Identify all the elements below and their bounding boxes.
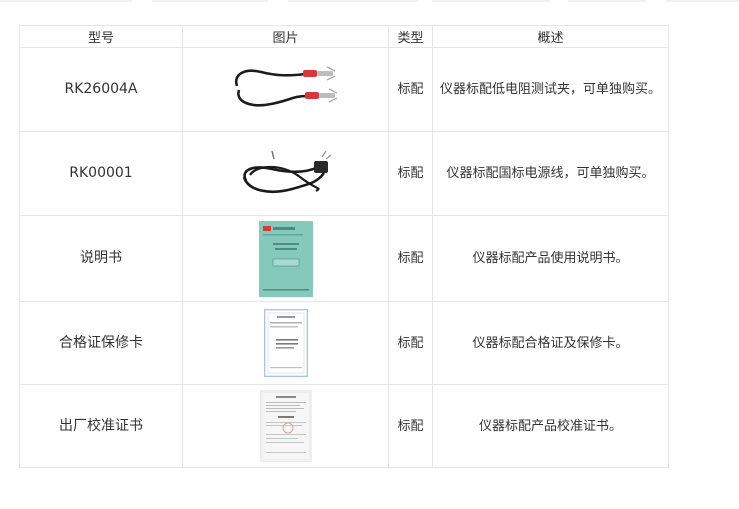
header-model: 型号: [19, 25, 183, 48]
model-cell: RK26004A: [19, 47, 183, 132]
header-description: 概述: [432, 25, 669, 48]
image-cell: [182, 47, 389, 132]
model-cell: RK00001: [19, 131, 183, 216]
calibration-certificate-icon: [259, 390, 312, 462]
header-image: 图片: [182, 25, 389, 48]
model-cell: 合格证保修卡: [19, 301, 183, 385]
type-cell: 标配: [388, 301, 433, 385]
header-type: 类型: [388, 25, 433, 48]
warranty-card-icon: [263, 309, 308, 377]
image-cell: [182, 301, 389, 385]
type-cell: 标配: [388, 131, 433, 216]
accessories-table: 型号 图片 类型 概述 RK26004A 标配 仪器标配低电阻测试夹，可单独购买…: [19, 25, 669, 468]
table-row: 出厂校准证书 标配 仪器标配产品校准证书。: [19, 384, 669, 468]
test-lead-clips-icon: [234, 65, 337, 106]
image-cell: [182, 215, 389, 302]
table-row: 合格证保修卡 标配 仪器标配合格证及保修卡。: [19, 301, 669, 385]
description-cell: 仪器标配产品校准证书。: [432, 384, 669, 468]
type-cell: 标配: [388, 47, 433, 132]
manual-booklet-icon: [258, 220, 313, 297]
model-cell: 说明书: [19, 215, 183, 302]
type-cell: 标配: [388, 384, 433, 468]
power-cord-icon: [242, 150, 331, 193]
image-cell: [182, 131, 389, 216]
table-header-row: 型号 图片 类型 概述: [19, 25, 669, 48]
image-cell: [182, 384, 389, 468]
description-cell: 仪器标配产品使用说明书。: [432, 215, 669, 302]
description-cell: 仪器标配低电阻测试夹，可单独购买。: [432, 47, 669, 132]
description-cell: 仪器标配合格证及保修卡。: [432, 301, 669, 385]
table-row: RK26004A 标配 仪器标配低电阻测试夹，可单独购买。: [19, 47, 669, 132]
table-row: RK00001 标配 仪器标配国标电源线，可单独购买。: [19, 131, 669, 216]
table-row: 说明书 标配 仪器标配产品使用说明书。: [19, 215, 669, 302]
model-cell: 出厂校准证书: [19, 384, 183, 468]
top-separator-strip: [0, 0, 739, 4]
type-cell: 标配: [388, 215, 433, 302]
description-cell: 仪器标配国标电源线，可单独购买。: [432, 131, 669, 216]
